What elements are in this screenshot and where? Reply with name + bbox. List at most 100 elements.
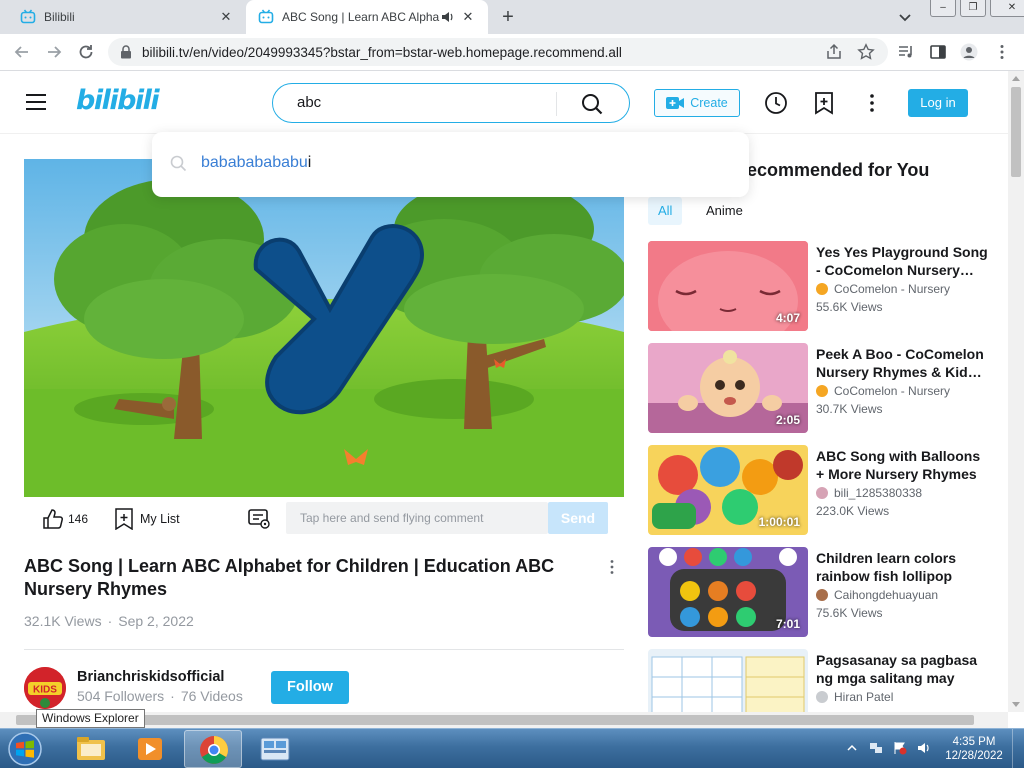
uploader-avatar-icon — [816, 691, 828, 703]
uploader-label: Caihongdehuayuan — [834, 588, 939, 602]
video-player[interactable] — [24, 159, 624, 497]
uploader-name[interactable]: Brianchriskidsofficial — [77, 669, 224, 685]
close-icon[interactable]: ✕ — [218, 9, 234, 25]
taskbar-media-player[interactable] — [121, 730, 179, 768]
share-icon[interactable] — [825, 43, 843, 61]
recommended-uploader[interactable]: CoComelon - Nursery — [816, 384, 950, 398]
recommended-item[interactable]: 1:00:01 ABC Song with Balloons + More Nu… — [648, 445, 988, 537]
lock-icon[interactable] — [120, 45, 132, 59]
reload-icon[interactable] — [77, 43, 95, 61]
bilibili-logo[interactable]: bilibili — [76, 85, 160, 116]
search-input[interactable] — [297, 94, 547, 111]
search-divider — [556, 92, 557, 116]
chrome-icon — [200, 736, 228, 764]
volume-icon[interactable] — [917, 741, 931, 755]
tab-title: ABC Song | Learn ABC Alphabet for Childr… — [282, 10, 440, 24]
chip-anime[interactable]: Anime — [696, 197, 753, 225]
video-thumbnail[interactable]: 7:01 — [648, 547, 808, 637]
horizontal-scrollbar[interactable] — [0, 712, 1008, 728]
recommended-item[interactable]: Pagsasanay sa pagbasa ng mga salitang ma… — [648, 649, 988, 712]
scrollbar-thumb[interactable] — [1011, 87, 1021, 177]
more-options-icon[interactable] — [860, 91, 884, 115]
network-icon[interactable] — [869, 741, 883, 755]
danmaku-settings-icon[interactable] — [248, 509, 270, 529]
recommended-title[interactable]: Children learn colors rainbow fish lolli… — [816, 549, 988, 585]
control-panel-icon — [260, 737, 290, 761]
audio-playing-icon[interactable] — [440, 10, 454, 24]
recommended-title[interactable]: Peek A Boo - CoComelon Nursery Rhymes & … — [816, 345, 988, 381]
more-options-icon[interactable] — [604, 559, 620, 575]
like-thumb-icon[interactable] — [42, 508, 64, 530]
my-list-icon[interactable] — [114, 508, 134, 530]
suggestion-item[interactable]: babababababu i — [170, 154, 311, 172]
forward-arrow-icon[interactable] — [45, 43, 63, 61]
show-desktop-button[interactable] — [1012, 729, 1024, 768]
my-list-label[interactable]: My List — [140, 512, 180, 526]
send-button[interactable]: Send — [548, 502, 608, 534]
kebab-menu-icon[interactable] — [993, 43, 1011, 61]
scroll-down-arrow-icon[interactable] — [1012, 702, 1020, 707]
recommended-item[interactable]: 4:07 Yes Yes Playground Song - CoComelon… — [648, 241, 988, 333]
side-panel-icon[interactable] — [929, 43, 947, 61]
add-to-list-icon[interactable] — [812, 91, 836, 115]
recommended-item[interactable]: 2:05 Peek A Boo - CoComelon Nursery Rhym… — [648, 343, 988, 435]
recommended-uploader[interactable]: bili_1285380338 — [816, 486, 922, 500]
action-center-flag-icon[interactable] — [893, 741, 907, 755]
address-bar[interactable]: bilibili.tv/en/video/2049993345?bstar_fr… — [108, 38, 888, 66]
show-hidden-icons-icon[interactable] — [845, 741, 859, 755]
scroll-up-arrow-icon[interactable] — [1012, 76, 1020, 81]
vertical-scrollbar[interactable] — [1008, 71, 1024, 712]
recommended-item[interactable]: 7:01 Children learn colors rainbow fish … — [648, 547, 988, 639]
recommended-title[interactable]: ABC Song with Balloons + More Nursery Rh… — [816, 447, 988, 483]
hamburger-menu-icon[interactable] — [26, 94, 46, 110]
recommended-title[interactable]: Pagsasanay sa pagbasa ng mga salitang ma… — [816, 651, 988, 687]
taskbar-explorer[interactable] — [62, 730, 120, 768]
uploader-label: Hiran Patel — [834, 690, 894, 704]
uploader-avatar-icon — [816, 385, 828, 397]
profile-avatar-icon[interactable] — [960, 43, 978, 61]
new-tab-button[interactable]: + — [498, 7, 518, 27]
maximize-button[interactable]: ❐ — [960, 0, 986, 17]
danmaku-input[interactable]: Tap here and send flying comment — [286, 502, 548, 534]
taskbar-clock[interactable]: 4:35 PM 12/28/2022 — [944, 735, 1004, 763]
chevron-down-icon[interactable] — [896, 9, 914, 25]
tab-bilibili[interactable]: Bilibili ✕ — [0, 0, 246, 34]
windows-start-icon[interactable] — [4, 730, 46, 768]
scrollbar-thumb[interactable] — [16, 715, 974, 725]
window-controls: – ❐ ✕ — [926, 0, 1024, 17]
thumbnail-art — [648, 649, 808, 712]
chip-all[interactable]: All — [648, 197, 683, 225]
video-thumbnail[interactable]: 1:00:01 — [648, 445, 808, 535]
video-thumbnail[interactable]: 2:05 — [648, 343, 808, 433]
minimize-button[interactable]: – — [930, 0, 956, 17]
video-thumbnail[interactable] — [648, 649, 808, 712]
taskbar-chrome[interactable] — [184, 730, 242, 768]
bilibili-favicon-icon — [20, 9, 36, 24]
taskbar-control-panel[interactable] — [246, 730, 304, 768]
video-thumbnail[interactable]: 4:07 — [648, 241, 808, 331]
recommended-views: 55.6K Views — [816, 300, 883, 314]
tab-abc-song[interactable]: ABC Song | Learn ABC Alphabet for Childr… — [246, 0, 488, 34]
login-button[interactable]: Log in — [908, 89, 968, 117]
recommended-uploader[interactable]: Caihongdehuayuan — [816, 588, 938, 602]
recommended-heading: Recommended for You — [734, 160, 930, 180]
recommended-uploader[interactable]: CoComelon - Nursery — [816, 282, 950, 296]
close-window-button[interactable]: ✕ — [990, 0, 1024, 17]
history-clock-icon[interactable] — [764, 91, 788, 115]
follow-button[interactable]: Follow — [271, 671, 349, 704]
search-icon — [170, 155, 187, 171]
follower-count: 504 Followers — [77, 688, 165, 704]
video-frame — [24, 159, 624, 497]
close-icon[interactable]: ✕ — [460, 9, 476, 25]
back-arrow-icon[interactable] — [13, 43, 31, 61]
create-button[interactable]: Create — [654, 89, 740, 117]
recommended-title[interactable]: Yes Yes Playground Song - CoComelon Nurs… — [816, 243, 988, 279]
uploader-stats: 504 Followers · 76 Videos — [77, 688, 243, 704]
avatar[interactable]: KIDS — [24, 667, 66, 709]
recommended-uploader[interactable]: Hiran Patel — [816, 690, 893, 704]
media-control-icon[interactable] — [897, 43, 915, 61]
bookmark-star-icon[interactable] — [857, 43, 875, 61]
url-text[interactable]: bilibili.tv/en/video/2049993345?bstar_fr… — [142, 45, 622, 60]
player-action-bar: 146 My List Tap here and send flying com… — [24, 497, 624, 541]
search-icon[interactable] — [581, 93, 603, 115]
